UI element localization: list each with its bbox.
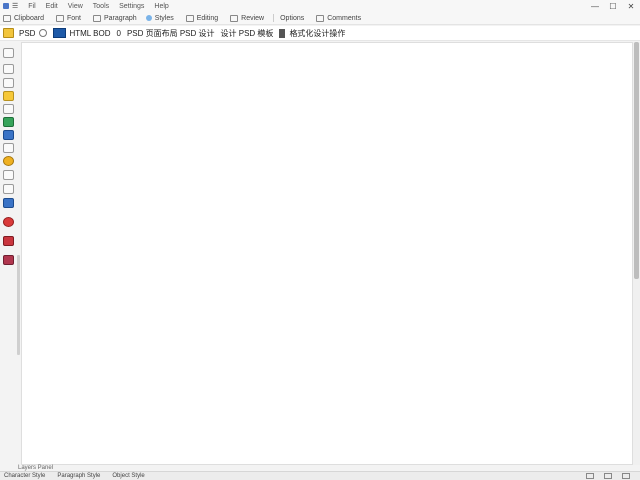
left-toolbar <box>0 42 18 466</box>
menu-item-file[interactable]: Fil <box>28 3 35 10</box>
tool-brush-icon[interactable] <box>3 117 14 127</box>
address-segment-4[interactable]: 格式化设计操作 <box>289 28 345 39</box>
address-segment-3[interactable]: 设计 PSD 模板 <box>221 28 274 39</box>
minimize-button[interactable]: — <box>586 0 604 12</box>
zoom-icon[interactable] <box>604 473 612 479</box>
refresh-icon[interactable] <box>39 29 48 37</box>
address-segment-0[interactable]: HTML BOD <box>69 29 110 38</box>
vertical-scrollbar[interactable] <box>633 42 640 465</box>
comments-icon <box>316 14 325 22</box>
monitor-icon[interactable] <box>53 28 67 38</box>
tool-move-icon[interactable] <box>3 64 14 74</box>
folder-icon[interactable] <box>3 28 14 38</box>
ribbon-toolbar: Clipboard Font Paragraph Styles Editing … <box>0 12 640 25</box>
menu-item-settings[interactable]: Settings <box>119 3 144 10</box>
scrollbar-thumb[interactable] <box>634 42 639 279</box>
close-button[interactable]: ✕ <box>622 0 640 12</box>
tool-layer-icon[interactable] <box>3 236 14 246</box>
menu-item-edit[interactable]: Edit <box>46 3 58 10</box>
address-bar: PSD HTML BOD 0 PSD 页面布局 PSD 设计 设计 PSD 模板… <box>0 26 640 41</box>
tool-mask-icon[interactable] <box>3 255 14 265</box>
ribbon-item-options[interactable]: Options <box>273 14 304 22</box>
status-bar: Character Style Paragraph Style Object S… <box>0 471 640 480</box>
status-character-style[interactable]: Character Style <box>4 473 45 479</box>
tool-text-icon[interactable] <box>3 170 14 180</box>
clipboard-icon <box>3 14 11 22</box>
ribbon-item-styles[interactable]: Styles <box>145 15 174 22</box>
left-scrollbar[interactable] <box>17 255 20 355</box>
styles-icon <box>145 15 152 21</box>
address-label: PSD <box>19 28 36 38</box>
tool-pencil-icon[interactable] <box>3 91 14 101</box>
tool-lasso-icon[interactable] <box>3 78 14 88</box>
address-segment-1[interactable]: 0 <box>117 29 121 38</box>
layout-icon[interactable] <box>586 473 594 479</box>
status-paragraph-style[interactable]: Paragraph Style <box>57 473 100 479</box>
title-bar: ☰ Fil Edit View Tools Settings Help — ☐ … <box>0 0 640 12</box>
menu-item-0[interactable]: ☰ <box>12 2 18 10</box>
ribbon-item-font[interactable]: Font <box>53 14 81 22</box>
window-controls: — ☐ ✕ <box>586 0 640 12</box>
tool-record-icon[interactable] <box>3 217 14 227</box>
maximize-button[interactable]: ☐ <box>604 0 622 12</box>
address-segment-2[interactable]: PSD 页面布局 PSD 设计 <box>127 28 215 39</box>
menu-bar: ☰ Fil Edit View Tools Settings Help <box>12 2 179 11</box>
tool-eraser-icon[interactable] <box>3 143 14 153</box>
ribbon-item-editing[interactable]: Editing <box>183 14 218 22</box>
menu-item-tools[interactable]: Tools <box>93 3 109 10</box>
ribbon-item-review[interactable]: Review <box>227 14 264 22</box>
status-object-style[interactable]: Object Style <box>112 473 144 479</box>
review-icon <box>230 14 239 22</box>
app-icon[interactable] <box>0 0 12 12</box>
font-icon <box>55 14 64 22</box>
ribbon-item-paragraph[interactable]: Paragraph <box>90 14 137 22</box>
paragraph-icon <box>92 14 101 22</box>
menu-item-view[interactable]: View <box>68 3 83 10</box>
bookmark-icon[interactable] <box>279 28 286 38</box>
document-canvas[interactable] <box>21 42 633 465</box>
settings-icon[interactable] <box>622 473 630 479</box>
menu-item-help[interactable]: Help <box>154 3 168 10</box>
tool-crop-icon[interactable] <box>3 104 14 114</box>
separator <box>273 14 275 22</box>
tool-select-icon[interactable] <box>3 48 14 58</box>
ribbon-item-comments[interactable]: Comments <box>313 14 361 22</box>
ribbon-item-clipboard[interactable]: Clipboard <box>0 14 44 22</box>
tool-fill-icon[interactable] <box>3 130 14 140</box>
tool-zoom-icon[interactable] <box>3 198 14 208</box>
editing-icon <box>185 14 194 22</box>
tool-shape-icon[interactable] <box>3 184 14 194</box>
tool-color-icon[interactable] <box>3 156 14 166</box>
